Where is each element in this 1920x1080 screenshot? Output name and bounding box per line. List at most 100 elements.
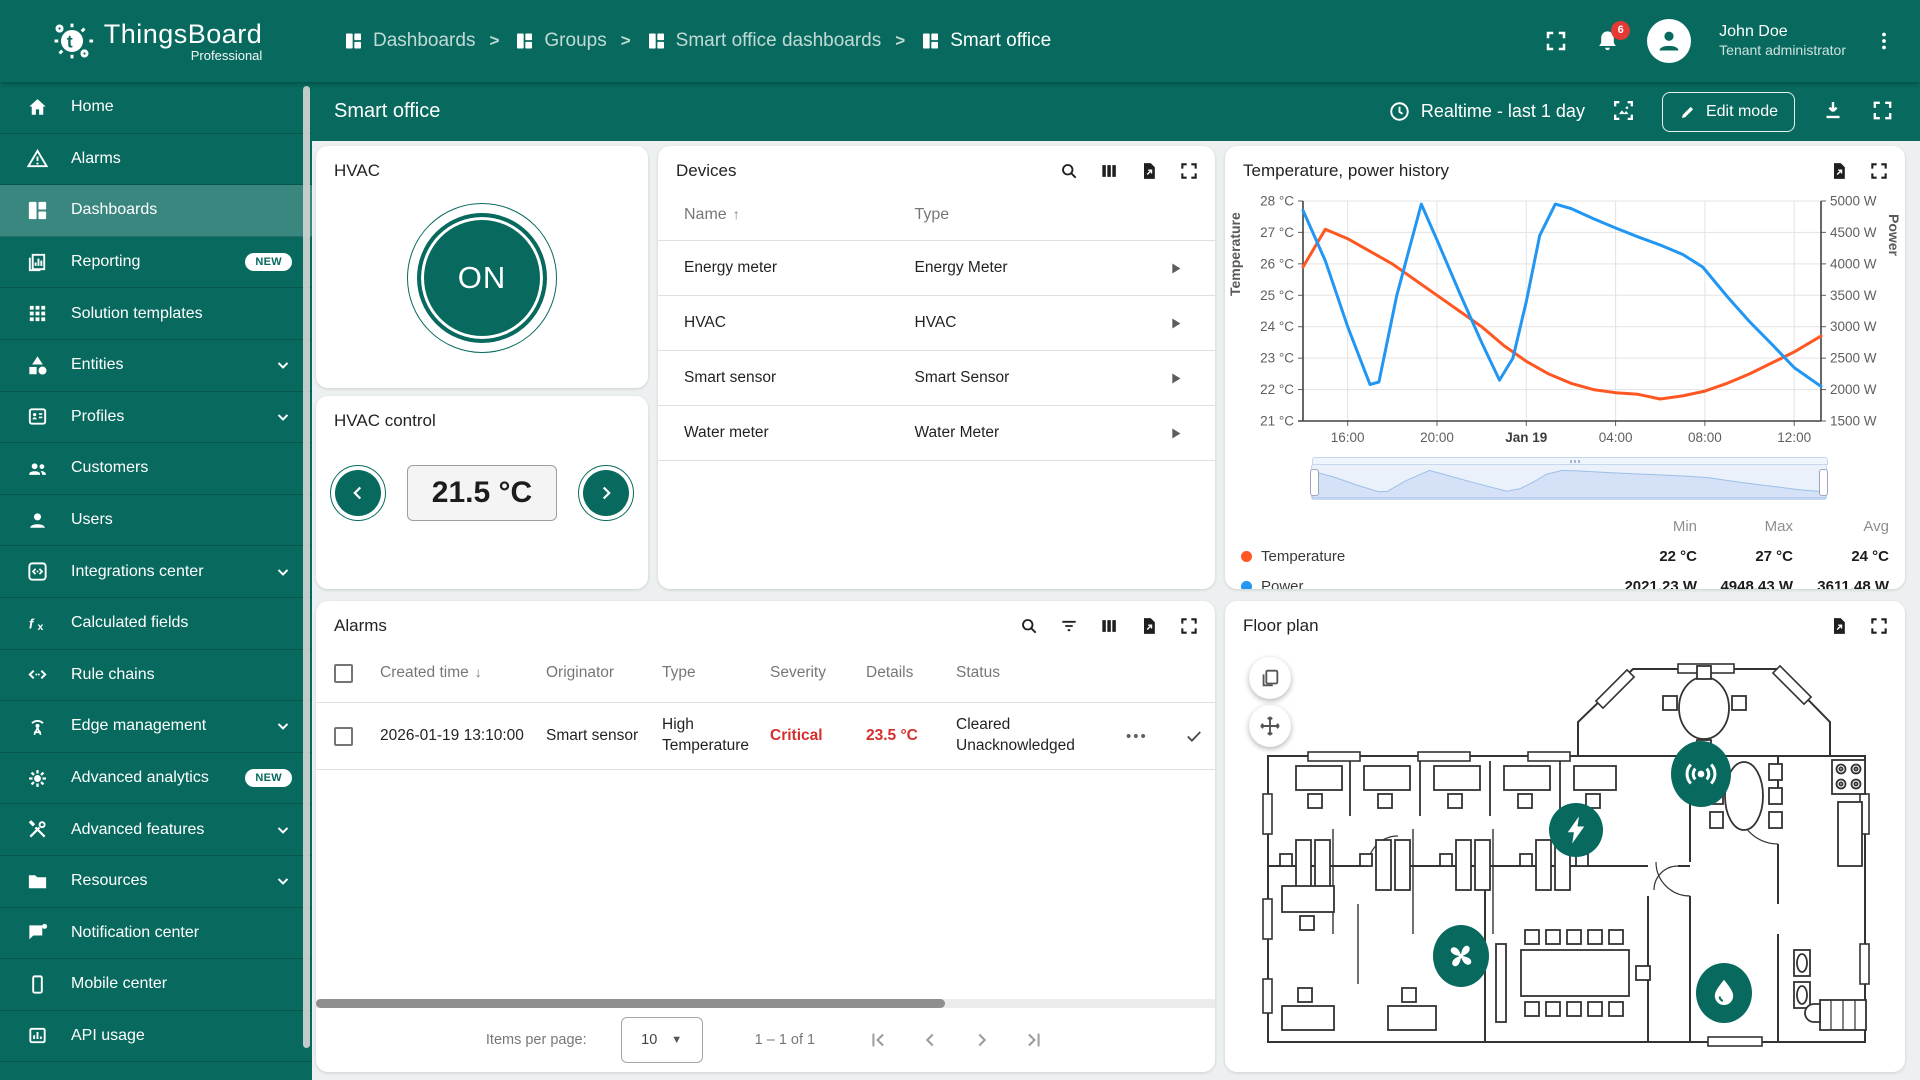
items-per-page-select[interactable]: 10 ▼: [621, 1017, 703, 1063]
sidebar-item-customers[interactable]: Customers: [0, 443, 312, 495]
table-row[interactable]: HVAC HVAC: [658, 296, 1215, 351]
sidebar-item-mobile-center[interactable]: Mobile center: [0, 959, 312, 1011]
select-all-checkbox[interactable]: [334, 664, 353, 683]
dashboard-screenshot-button[interactable]: [1611, 98, 1636, 126]
play-icon[interactable]: [1167, 370, 1184, 387]
sidebar-item-advanced-features[interactable]: Advanced features: [0, 804, 312, 856]
sidebar-item-resources[interactable]: Resources: [0, 856, 312, 908]
next-page-icon[interactable]: [971, 1029, 993, 1051]
play-icon[interactable]: [1167, 315, 1184, 332]
horizontal-scrollbar-thumb[interactable]: [316, 999, 945, 1008]
table-columns-icon[interactable]: [1099, 616, 1119, 636]
search-icon[interactable]: [1019, 616, 1039, 636]
temperature-series-dot: [1241, 551, 1252, 562]
breadcrumb-item-dashboards[interactable]: Dashboards: [342, 30, 475, 52]
sidebar-item-reporting[interactable]: ReportingNEW: [0, 237, 312, 289]
sidebar-item-home[interactable]: Home: [0, 82, 312, 134]
device-name: Water meter: [684, 424, 915, 442]
breadcrumb-item-smart-office-dashboards[interactable]: Smart office dashboards: [645, 30, 882, 52]
column-header-type[interactable]: Type: [915, 206, 1146, 224]
row-checkbox[interactable]: [334, 727, 353, 746]
fullscreen-icon[interactable]: [1179, 161, 1199, 181]
sidebar-item-solution-templates[interactable]: Solution templates: [0, 288, 312, 340]
svg-text:Jan 19: Jan 19: [1505, 430, 1547, 445]
fullscreen-icon: [1544, 29, 1568, 53]
column-header-created-time[interactable]: Created time↓: [380, 664, 546, 682]
row-actions-menu[interactable]: •••: [1126, 728, 1184, 745]
filter-icon[interactable]: [1059, 616, 1079, 636]
temperature-increase-button[interactable]: [578, 465, 634, 521]
header-menu-button[interactable]: [1872, 29, 1896, 53]
sidebar-item-advanced-analytics[interactable]: Advanced analyticsNEW: [0, 753, 312, 805]
integration-icon: [26, 560, 49, 583]
search-icon[interactable]: [1059, 161, 1079, 181]
last-page-icon[interactable]: [1023, 1029, 1045, 1051]
sidebar-item-edge-management[interactable]: Edge management: [0, 701, 312, 753]
timewindow-button[interactable]: Realtime - last 1 day: [1388, 100, 1585, 123]
breadcrumb-label: Smart office: [950, 30, 1051, 52]
sidebar-item-white-labeling[interactable]: White labeling: [0, 1062, 312, 1080]
acknowledge-check-icon[interactable]: [1184, 726, 1204, 746]
table-row[interactable]: Energy meter Energy Meter: [658, 241, 1215, 296]
map-layers-button[interactable]: [1249, 657, 1291, 699]
sidebar-scrollbar[interactable]: [303, 86, 310, 1048]
table-columns-icon[interactable]: [1099, 161, 1119, 181]
sidebar-item-entities[interactable]: Entities: [0, 340, 312, 392]
sidebar-item-dashboards[interactable]: Dashboards: [0, 185, 312, 237]
user-avatar[interactable]: [1647, 19, 1691, 63]
breadcrumb-item-groups[interactable]: Groups: [513, 30, 606, 52]
chart-range-selector[interactable]: [1311, 464, 1827, 500]
export-icon[interactable]: [1139, 161, 1159, 181]
pagination-range-label: 1 – 1 of 1: [755, 1032, 815, 1048]
power-marker[interactable]: [1549, 803, 1603, 857]
table-row[interactable]: Water meter Water Meter: [658, 406, 1215, 461]
first-page-icon[interactable]: [867, 1029, 889, 1051]
sidebar-item-rule-chains[interactable]: Rule chains: [0, 650, 312, 702]
sidebar-item-users[interactable]: Users: [0, 495, 312, 547]
floor-plan-drawing[interactable]: [1238, 644, 1893, 1056]
range-handle-right[interactable]: [1819, 469, 1828, 496]
export-icon[interactable]: [1829, 616, 1849, 636]
notifications-button[interactable]: 6: [1594, 28, 1621, 55]
export-icon[interactable]: [1139, 616, 1159, 636]
column-header-name[interactable]: Name↑: [684, 206, 915, 224]
wifi-marker[interactable]: [1671, 741, 1731, 807]
items-per-page-label: Items per page:: [486, 1032, 587, 1048]
play-icon[interactable]: [1167, 425, 1184, 442]
column-header-originator[interactable]: Originator: [546, 664, 662, 682]
table-row[interactable]: 2026-01-19 13:10:00 Smart sensor HighTem…: [316, 702, 1215, 770]
map-pan-button[interactable]: [1249, 705, 1291, 747]
legend-item-power[interactable]: Power: [1241, 578, 1601, 589]
sidebar-item-alarms[interactable]: Alarms: [0, 134, 312, 186]
hvac-power-button[interactable]: ON: [407, 203, 557, 353]
sidebar-item-calculated-fields[interactable]: Calculated fields: [0, 598, 312, 650]
column-header-status[interactable]: Status: [956, 664, 1126, 682]
fullscreen-icon[interactable]: [1869, 616, 1889, 636]
export-icon[interactable]: [1829, 161, 1849, 181]
user-info[interactable]: John Doe Tenant administrator: [1719, 22, 1846, 60]
range-handle-left[interactable]: [1310, 469, 1319, 496]
dashboard-export-button[interactable]: [1821, 98, 1845, 125]
range-selector-top-bar[interactable]: [1312, 457, 1828, 465]
sidebar-item-api-usage[interactable]: API usage: [0, 1011, 312, 1063]
previous-page-icon[interactable]: [919, 1029, 941, 1051]
column-header-details[interactable]: Details: [866, 664, 956, 682]
fan-marker[interactable]: [1433, 925, 1489, 987]
column-header-type[interactable]: Type: [662, 664, 770, 682]
sidebar-item-profiles[interactable]: Profiles: [0, 392, 312, 444]
play-icon[interactable]: [1167, 260, 1184, 277]
water-marker[interactable]: [1696, 963, 1752, 1023]
dashboard-fullscreen-button[interactable]: [1871, 99, 1894, 125]
temperature-decrease-button[interactable]: [330, 465, 386, 521]
breadcrumb-item-smart-office[interactable]: Smart office: [919, 30, 1051, 52]
header-fullscreen-button[interactable]: [1544, 29, 1568, 53]
column-header-severity[interactable]: Severity: [770, 664, 866, 682]
sidebar-item-integrations-center[interactable]: Integrations center: [0, 546, 312, 598]
legend-item-temperature[interactable]: Temperature: [1241, 548, 1601, 565]
table-row[interactable]: Smart sensor Smart Sensor: [658, 351, 1215, 406]
app-logo[interactable]: t ThingsBoard Professional: [0, 19, 312, 63]
sidebar-item-notification-center[interactable]: Notification center: [0, 908, 312, 960]
fullscreen-icon[interactable]: [1179, 616, 1199, 636]
edit-mode-button[interactable]: Edit mode: [1662, 92, 1795, 132]
fullscreen-icon[interactable]: [1869, 161, 1889, 181]
